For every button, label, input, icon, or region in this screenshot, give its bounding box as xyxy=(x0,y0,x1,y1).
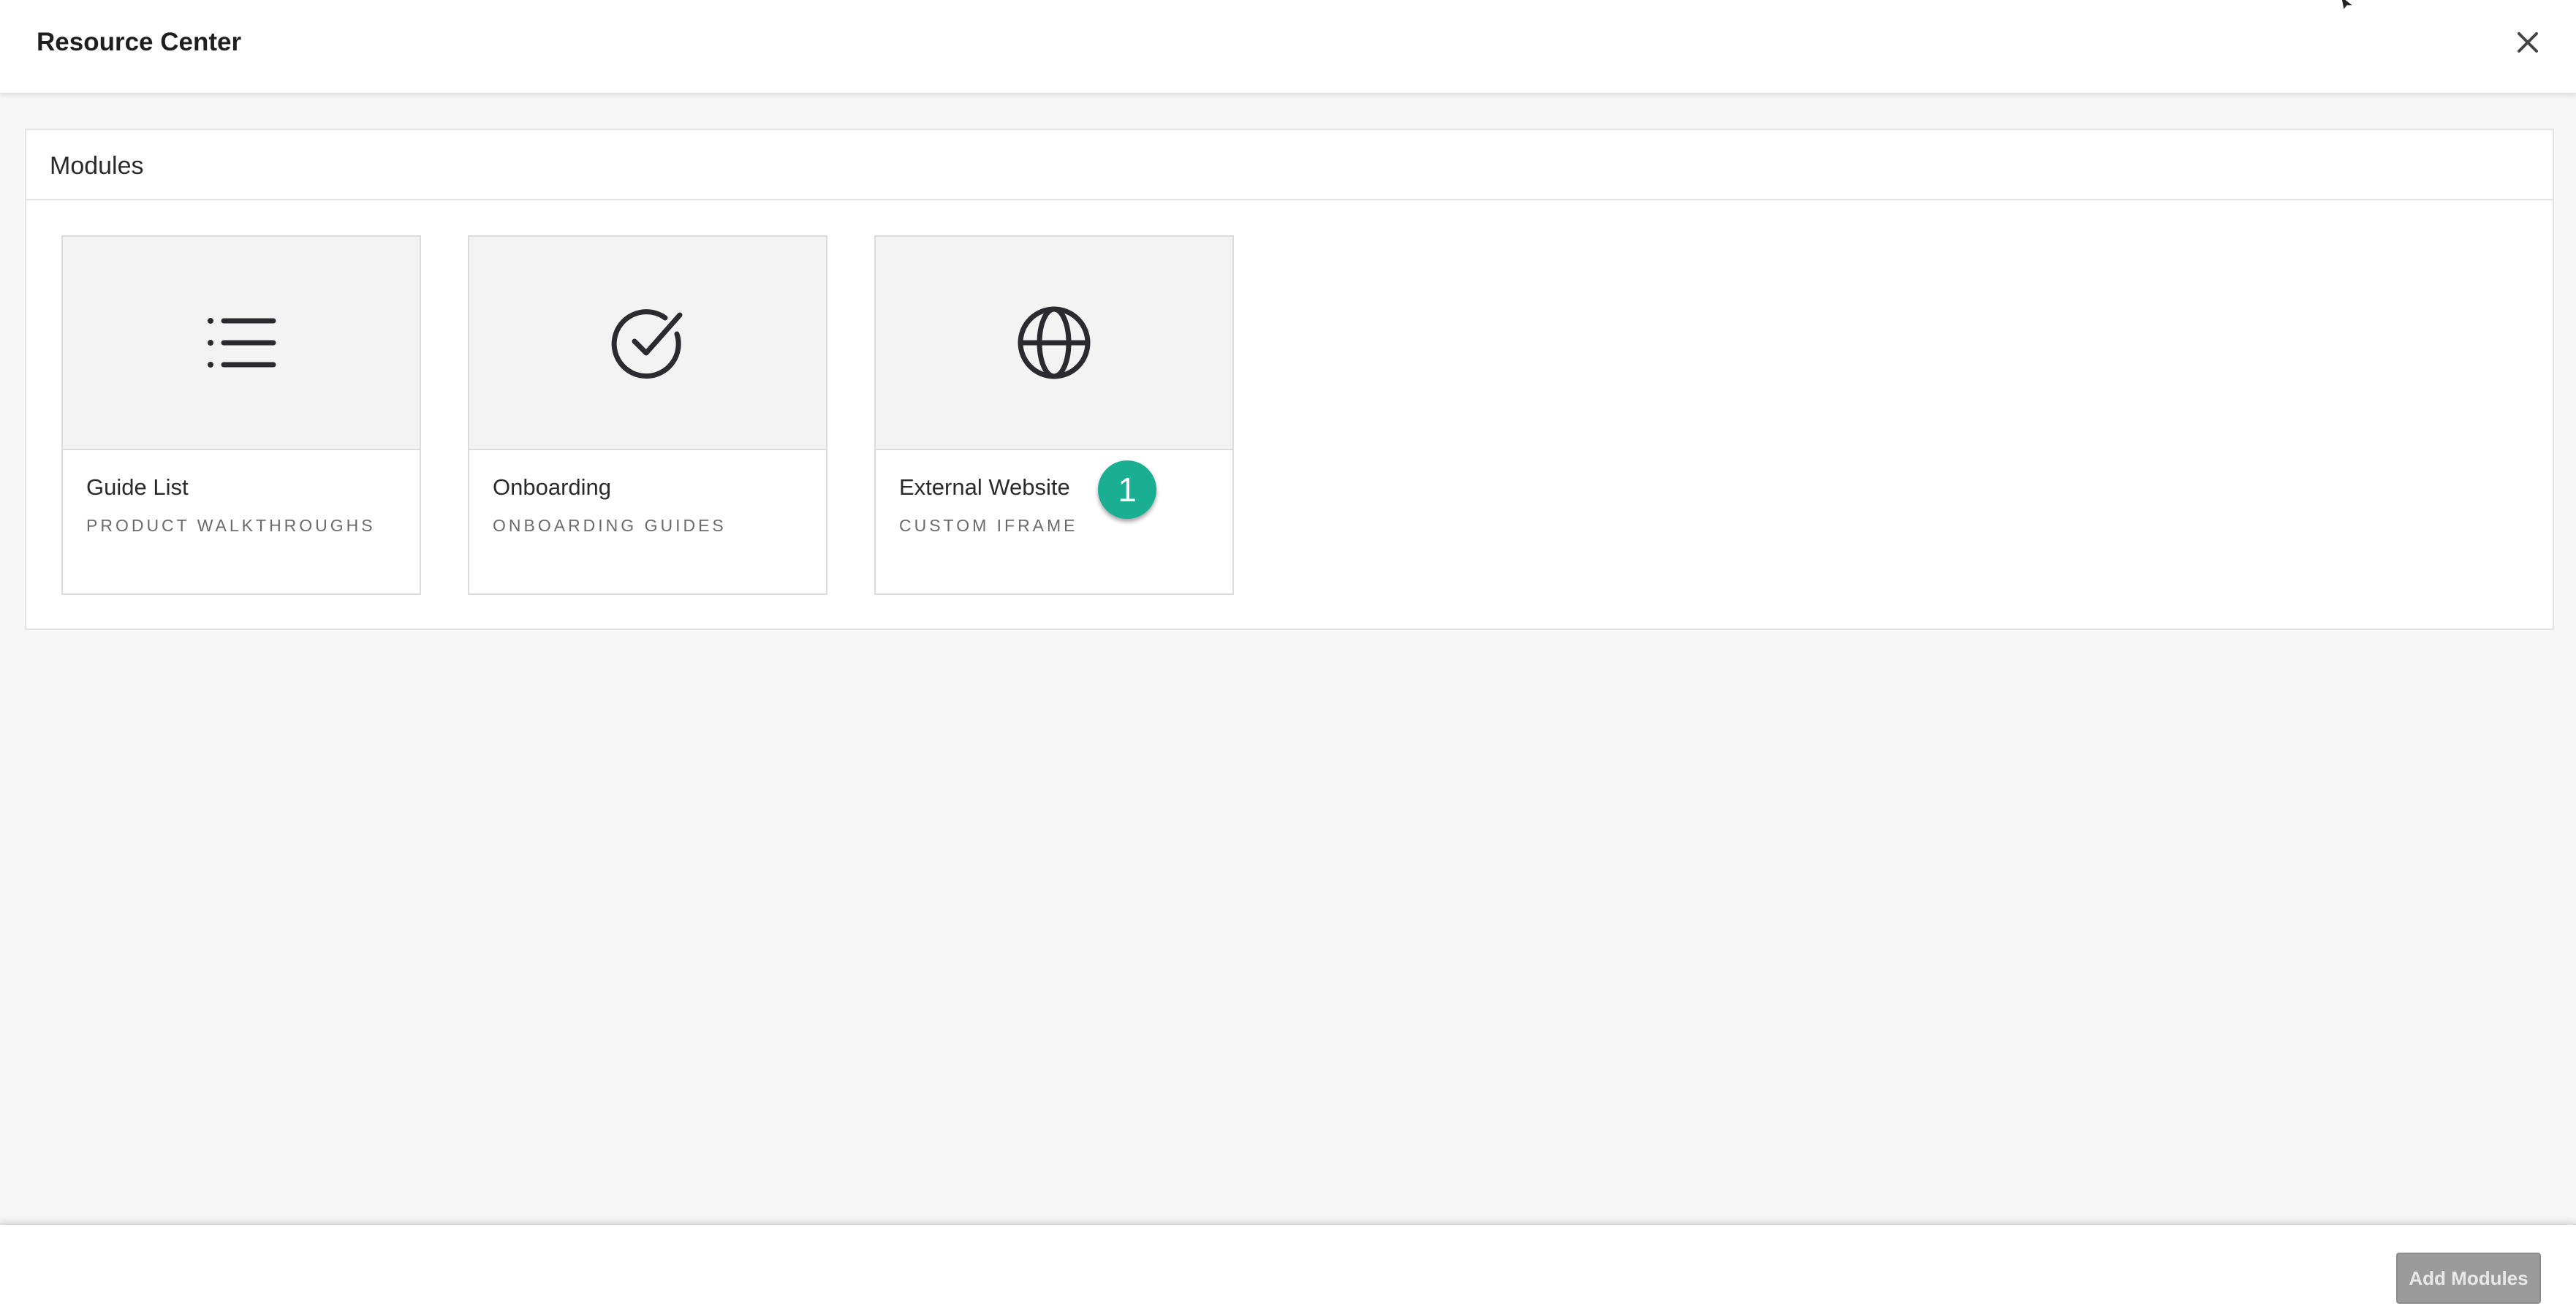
list-icon xyxy=(208,318,276,368)
modal-header: Resource Center xyxy=(0,0,2576,94)
module-card-thumbnail xyxy=(469,237,826,450)
mouse-cursor-icon xyxy=(2341,0,2356,10)
checkmark-circle-icon xyxy=(611,309,683,379)
modules-title: Modules xyxy=(50,152,144,180)
module-card-title: Guide List xyxy=(86,474,189,500)
module-card-thumbnail xyxy=(63,237,420,450)
module-card-thumbnail xyxy=(876,237,1232,450)
module-card-subtitle: PRODUCT WALKTHROUGHS xyxy=(86,516,376,535)
modules-panel: Modules Guide List PRODUCT WALKTHROUGHS … xyxy=(25,129,2554,630)
modal-footer: Add Modules xyxy=(0,1223,2576,1314)
globe-icon xyxy=(1018,306,1091,379)
page-title: Resource Center xyxy=(37,28,242,56)
module-card-subtitle: CUSTOM IFRAME xyxy=(899,516,1078,535)
module-card-title: External Website xyxy=(899,474,1070,500)
module-card-onboarding[interactable]: Onboarding ONBOARDING GUIDES xyxy=(468,235,827,595)
module-card-subtitle: ONBOARDING GUIDES xyxy=(493,516,727,535)
close-icon[interactable] xyxy=(2512,26,2544,58)
step-marker-1: 1 xyxy=(1098,460,1156,519)
module-card-title: Onboarding xyxy=(493,474,612,500)
module-card-external-website[interactable]: External Website CUSTOM IFRAME xyxy=(874,235,1234,595)
modules-panel-header: Modules xyxy=(26,130,2553,200)
module-card-guide-list[interactable]: Guide List PRODUCT WALKTHROUGHS xyxy=(61,235,421,595)
add-modules-button[interactable]: Add Modules xyxy=(2396,1253,2541,1304)
